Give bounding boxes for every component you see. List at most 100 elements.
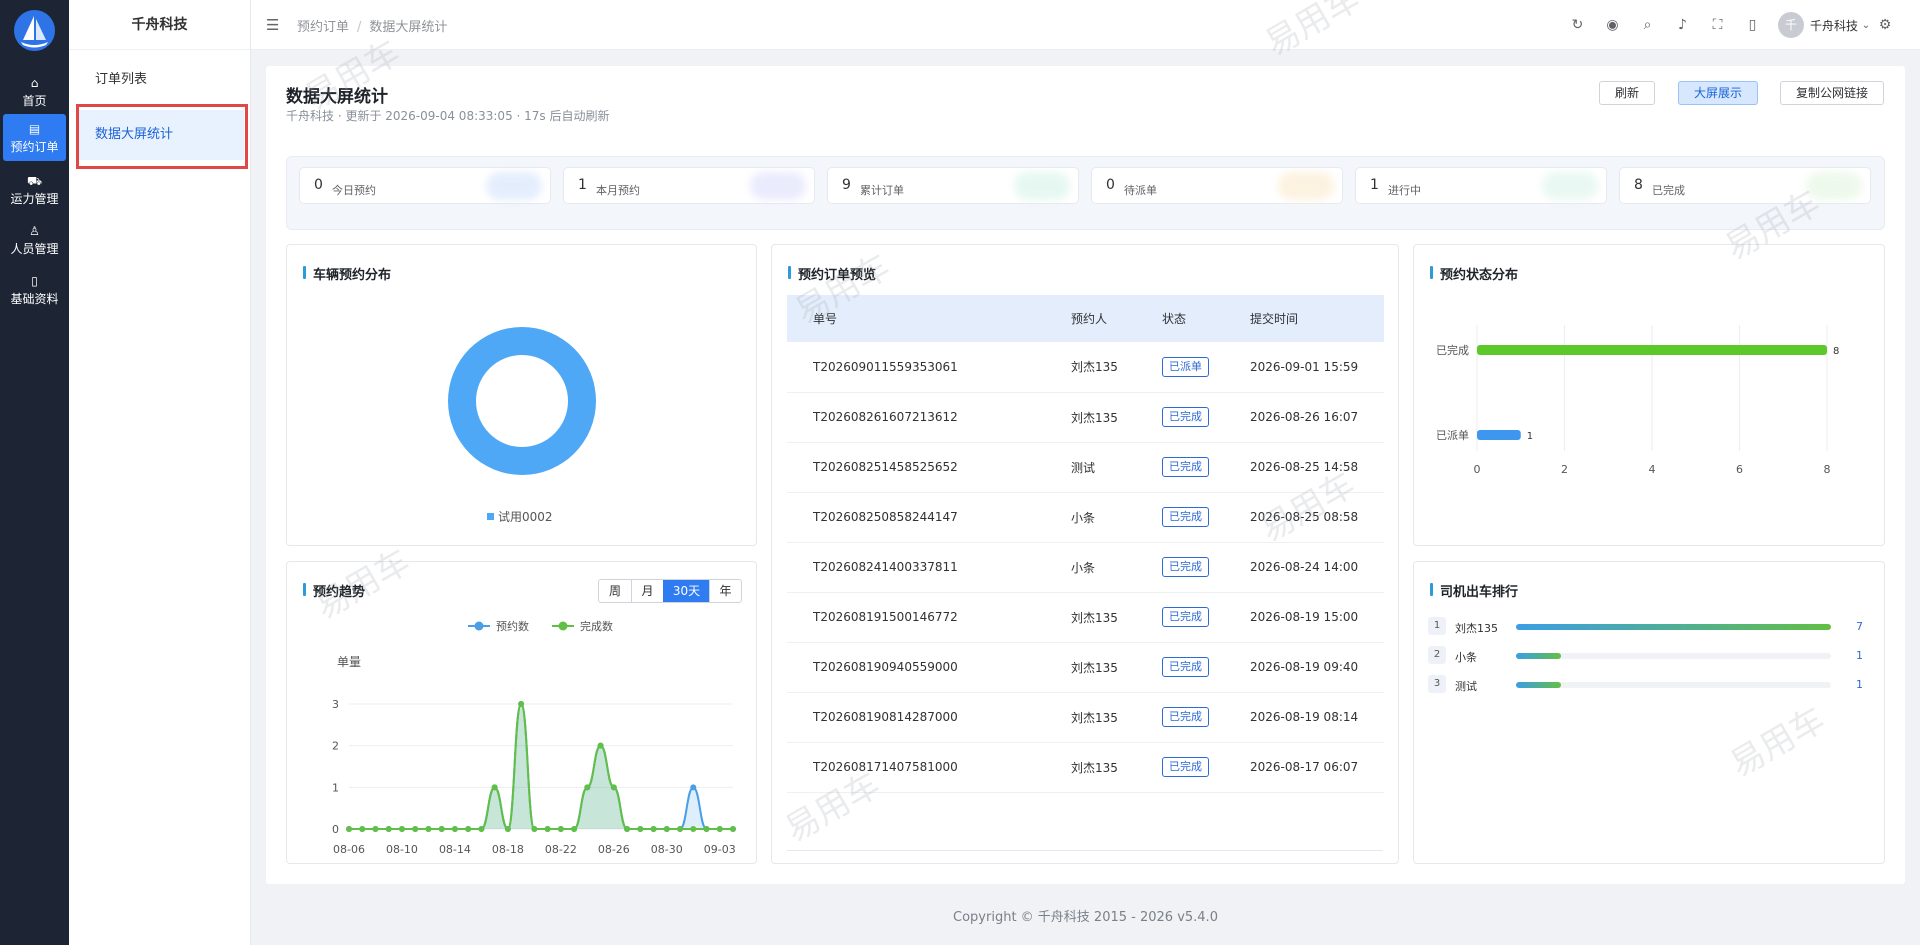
data-point[interactable]	[359, 826, 366, 832]
stat-label: 今日预约	[332, 184, 376, 197]
status-badge: 已完成	[1162, 707, 1209, 727]
data-point[interactable]	[504, 826, 511, 832]
rank-number: 2	[1428, 646, 1446, 664]
gear-icon[interactable]: ⚙	[1874, 17, 1896, 33]
cell-text: 2026-08-25 08:58	[1250, 510, 1359, 524]
data-point[interactable]	[425, 826, 432, 832]
data-point[interactable]	[571, 826, 578, 832]
legend-swatch	[487, 513, 494, 520]
breadcrumb: 预约订单 / 数据大屏统计	[297, 16, 447, 35]
copy-link-button[interactable]: 复制公网链接	[1780, 81, 1884, 105]
table-row[interactable]: T202608250858244147 小条 已完成 2026-08-25 08:58	[787, 492, 1384, 543]
bigscreen-button[interactable]: 大屏展示	[1678, 81, 1758, 105]
data-point[interactable]	[637, 826, 644, 832]
range-30days[interactable]: 30天	[663, 580, 709, 602]
fullscreen-icon[interactable]: ⛶	[1700, 17, 1735, 33]
cell-text: 刘杰135	[1071, 610, 1118, 625]
data-point[interactable]	[677, 826, 684, 832]
y-category-label: 已派单	[1436, 429, 1469, 442]
data-point[interactable]	[557, 826, 564, 832]
data-point[interactable]	[663, 826, 670, 832]
table-row[interactable]: T202609011559353061 刘杰135 已派单 2026-09-01 15…	[787, 342, 1384, 393]
data-point[interactable]	[346, 826, 352, 832]
range-week[interactable]: 周	[599, 580, 631, 602]
data-point[interactable]	[518, 701, 525, 707]
data-point[interactable]	[544, 826, 551, 832]
data-point[interactable]	[491, 784, 498, 791]
user-icon: ♙	[29, 224, 40, 238]
nav-item-staff[interactable]: ♙ 人员管理	[0, 216, 69, 262]
stat-value: 1	[1370, 177, 1379, 193]
menu-fold-icon[interactable]: ☰	[266, 16, 279, 34]
table-row[interactable]: T202608191500146772 刘杰135 已完成 2026-08-19 15…	[787, 592, 1384, 643]
stat-in-progress: 1 进行中	[1355, 167, 1607, 204]
table-cell: 已完成	[1136, 442, 1224, 493]
table-row[interactable]: T202608241400337811 小条 已完成 2026-08-24 14:00	[787, 542, 1384, 593]
stat-deco	[1278, 172, 1334, 200]
trend-legend[interactable]: 预约数 完成数	[468, 619, 613, 633]
github-icon[interactable]: ◉	[1595, 17, 1630, 33]
avatar[interactable]: 千	[1777, 12, 1804, 38]
nav-item-basic-data[interactable]: ▯ 基础资料	[0, 266, 69, 312]
cell-text: T202608190814287000	[813, 710, 958, 724]
table-row[interactable]: T202608171407581000 刘杰135 已完成 2026-08-17 06…	[787, 742, 1384, 793]
data-point[interactable]	[451, 826, 458, 832]
nav-item-capacity[interactable]: ⛟ 运力管理	[0, 166, 69, 212]
data-point[interactable]	[385, 826, 392, 832]
data-point[interactable]	[478, 826, 485, 832]
bell-icon[interactable]: ♪	[1665, 17, 1700, 33]
table-row[interactable]: T202608190940559000 刘杰135 已完成 2026-08-19 09…	[787, 642, 1384, 693]
rank-name: 小条	[1455, 651, 1477, 664]
nav-item-home[interactable]: ⌂ 首页	[0, 68, 69, 114]
data-point[interactable]	[610, 784, 617, 791]
data-point[interactable]	[716, 826, 723, 832]
table-cell: 2026-08-19 09:40	[1224, 642, 1384, 693]
refresh-icon[interactable]: ↻	[1560, 17, 1595, 33]
range-year[interactable]: 年	[709, 580, 741, 602]
data-point[interactable]	[584, 784, 591, 791]
table-scrollbar-track	[787, 850, 1383, 851]
table-row[interactable]: T202608251458525652 测试 已完成 2026-08-25 14:58	[787, 442, 1384, 493]
data-point[interactable]	[465, 826, 472, 832]
data-point[interactable]	[703, 826, 710, 832]
nav-item-orders[interactable]: ▤ 预约订单	[3, 114, 66, 161]
data-point[interactable]	[597, 742, 604, 749]
bar[interactable]	[1477, 430, 1521, 440]
table-row[interactable]: T202608261607213612 刘杰135 已完成 2026-08-26 16…	[787, 392, 1384, 443]
search-icon[interactable]: ⌕	[1630, 17, 1665, 33]
data-point[interactable]	[690, 784, 697, 791]
data-point[interactable]	[650, 826, 657, 832]
status-chart[interactable]: 0 2 4 6 8 已完成 8 已派单 1	[1414, 285, 1884, 545]
cell-text: T202608251458525652	[813, 460, 958, 474]
data-point[interactable]	[438, 826, 445, 832]
table-cell: T202608261607213612	[787, 392, 1045, 443]
stat-deco	[750, 172, 806, 200]
app-logo[interactable]	[14, 10, 55, 51]
data-point[interactable]	[624, 826, 631, 832]
table-row[interactable]: T202608190814287000 刘杰135 已完成 2026-08-19 08…	[787, 692, 1384, 743]
cell-text: 2026-08-26 16:07	[1250, 410, 1359, 424]
x-tick-label: 8	[1824, 463, 1831, 476]
rank-value: 1	[1856, 678, 1863, 691]
sub-item-order-list[interactable]: 订单列表	[78, 55, 244, 105]
trend-chart[interactable]: 预约数 完成数单量 0 1 2 3 08-06 08-10 08-14 08-18 08-22 08-…	[287, 602, 756, 862]
x-tick-label: 08-30	[651, 843, 683, 856]
data-point[interactable]	[412, 826, 419, 832]
data-point[interactable]	[690, 826, 697, 832]
refresh-button[interactable]: 刷新	[1599, 81, 1655, 105]
data-point[interactable]	[730, 826, 736, 832]
user-name[interactable]: 千舟科技	[1810, 17, 1858, 34]
breadcrumb-item[interactable]: 预约订单	[297, 20, 349, 35]
range-month[interactable]: 月	[631, 580, 663, 602]
bar[interactable]	[1477, 345, 1827, 355]
cell-text: 2026-08-24 14:00	[1250, 560, 1359, 574]
data-point[interactable]	[372, 826, 379, 832]
rank-bar-track	[1516, 682, 1831, 688]
nav-label: 人员管理	[10, 242, 59, 256]
donut-legend[interactable]: 试用0002	[487, 508, 553, 525]
donut-chart[interactable]	[448, 327, 596, 475]
mobile-icon[interactable]: ▯	[1735, 17, 1770, 33]
data-point[interactable]	[398, 826, 405, 832]
chevron-down-icon[interactable]: ⌄	[1858, 20, 1874, 31]
data-point[interactable]	[531, 826, 538, 832]
